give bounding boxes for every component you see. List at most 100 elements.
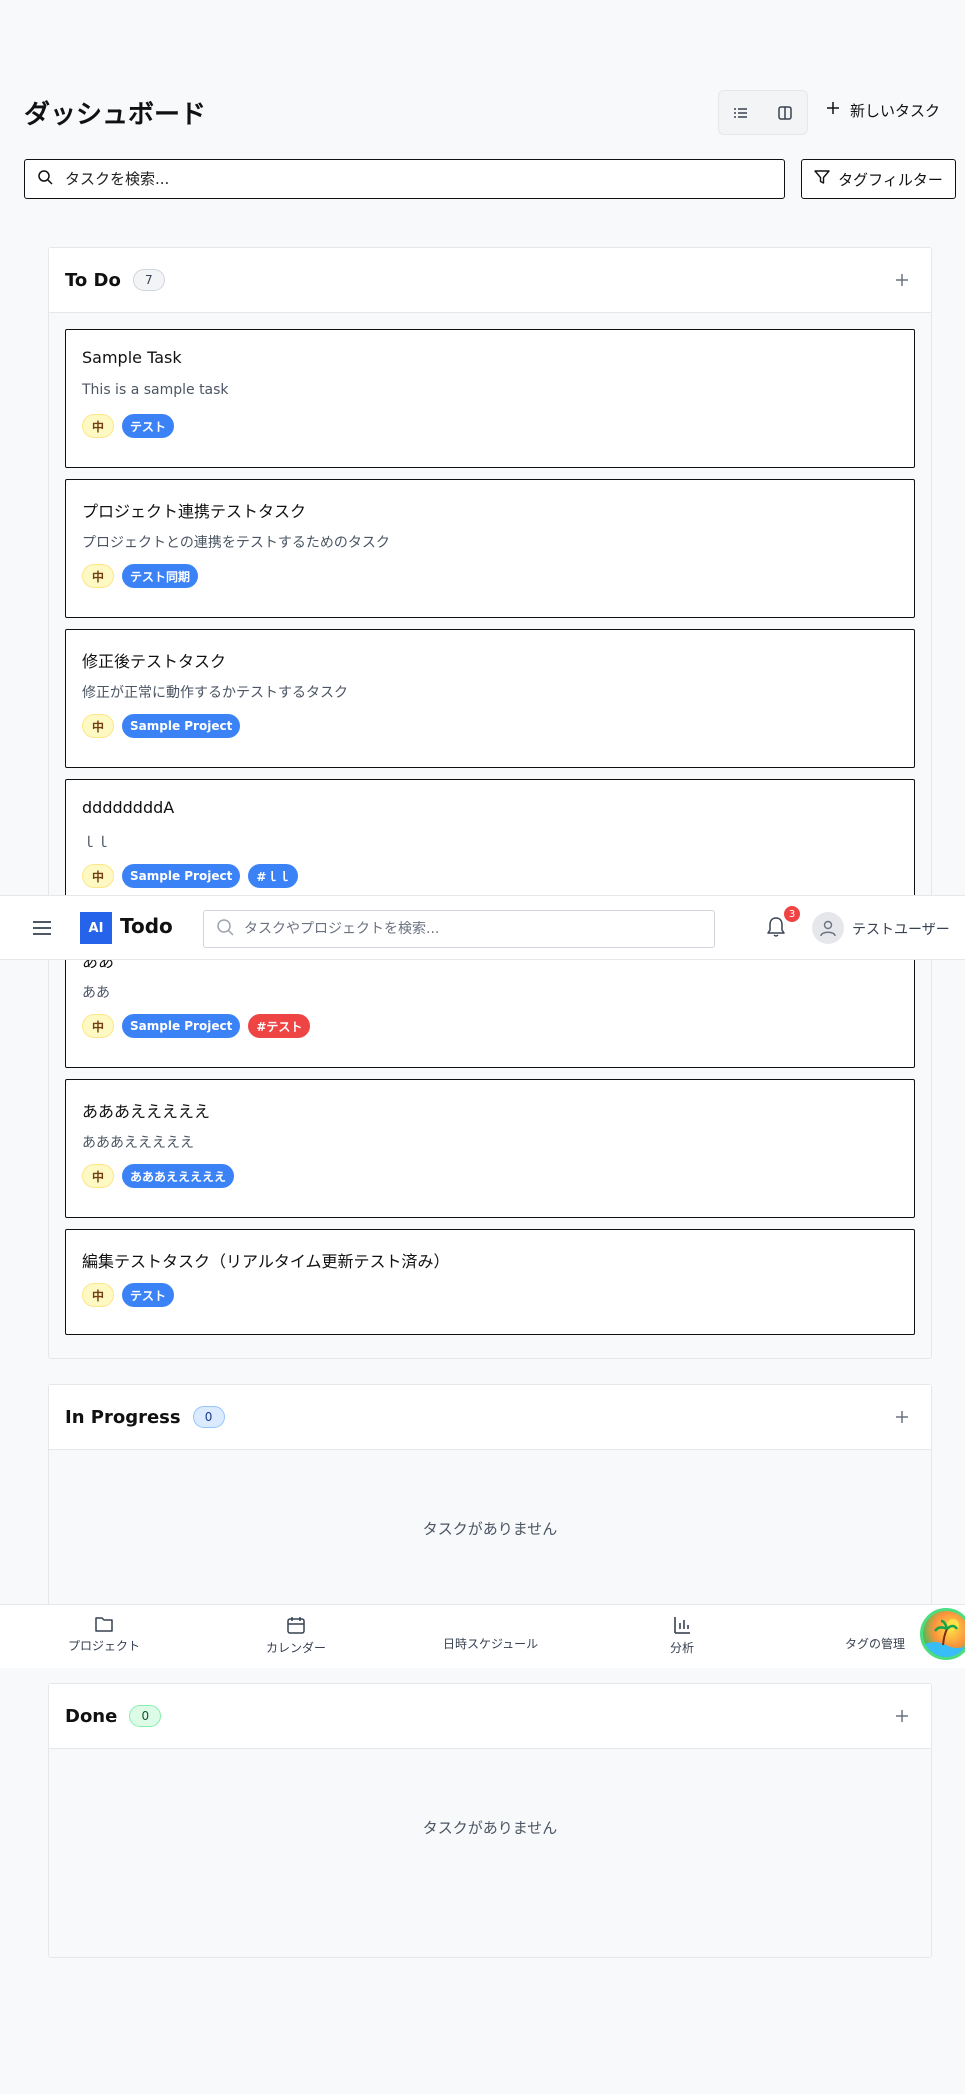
add-task-button[interactable] bbox=[895, 1407, 909, 1427]
task-title: Sample Task bbox=[82, 348, 182, 367]
empty-state: タスクがありません bbox=[422, 1520, 558, 1538]
tag-chip[interactable]: テスト同期 bbox=[122, 564, 199, 588]
priority-badge: 中 bbox=[82, 714, 114, 738]
tag-chip[interactable]: テスト bbox=[122, 414, 175, 438]
tag-chip[interactable]: #テスト bbox=[248, 1014, 311, 1038]
column-header: To Do 7 bbox=[49, 248, 931, 313]
task-count-badge: 0 bbox=[129, 1705, 162, 1727]
tag-chip[interactable]: #ｌｌ bbox=[248, 864, 299, 888]
tag-chip[interactable]: テスト bbox=[122, 1283, 175, 1307]
notification-badge: 3 bbox=[784, 906, 800, 922]
nav-analytics[interactable]: 分析 bbox=[670, 1615, 694, 1656]
task-tags: 中 テスト bbox=[82, 1283, 175, 1307]
assistant-avatar-button[interactable] bbox=[920, 1608, 965, 1660]
column-title: In Progress bbox=[65, 1406, 181, 1428]
page-title: ダッシュボード bbox=[24, 100, 207, 130]
global-search bbox=[203, 910, 715, 948]
tag-filter-button[interactable]: タグフィルター bbox=[801, 159, 956, 199]
island-icon bbox=[923, 1619, 965, 1657]
nav-projects[interactable]: プロジェクト bbox=[68, 1615, 140, 1654]
priority-badge: 中 bbox=[82, 564, 114, 588]
top-nav: AI Todo 3 テストユーザー bbox=[0, 895, 965, 960]
list-view-button[interactable] bbox=[727, 99, 755, 127]
task-tags: 中 テスト同期 bbox=[82, 564, 199, 588]
board-view-button[interactable] bbox=[771, 99, 799, 127]
tag-chip[interactable]: Sample Project bbox=[122, 1014, 241, 1038]
task-tags: 中 Sample Project bbox=[82, 714, 241, 738]
add-task-button[interactable] bbox=[895, 270, 909, 290]
empty-state: タスクがありません bbox=[422, 1819, 558, 1837]
bar-chart-icon bbox=[674, 1617, 690, 1634]
nav-label: 日時スケジュール bbox=[443, 1637, 539, 1651]
plus-icon bbox=[896, 1411, 908, 1423]
task-count-badge: 7 bbox=[132, 269, 165, 291]
task-title: プロジェクト連携テストタスク bbox=[82, 502, 307, 521]
task-tags: 中 テスト bbox=[82, 414, 175, 438]
task-card[interactable]: Sample Task This is a sample task 中 テスト bbox=[65, 329, 915, 468]
global-search-input[interactable] bbox=[244, 921, 694, 937]
column-title: Done bbox=[65, 1705, 118, 1727]
nav-calendar[interactable]: カレンダー bbox=[266, 1615, 326, 1656]
task-search-input[interactable] bbox=[65, 170, 665, 188]
task-description: プロジェクトとの連携をテストするためのタスク bbox=[82, 535, 390, 551]
column-header: Done 0 bbox=[49, 1684, 931, 1749]
avatar[interactable] bbox=[812, 912, 844, 944]
add-task-button[interactable] bbox=[895, 1706, 909, 1726]
nav-label: 分析 bbox=[670, 1641, 695, 1655]
column-title: To Do bbox=[65, 269, 121, 291]
filter-icon bbox=[814, 169, 830, 189]
columns-icon bbox=[778, 105, 792, 120]
task-tags: 中 Sample Project #ｌｌ bbox=[82, 864, 299, 888]
priority-badge: 中 bbox=[82, 414, 114, 438]
tag-filter-label: タグフィルター bbox=[838, 170, 943, 189]
priority-badge: 中 bbox=[82, 864, 114, 888]
task-count-badge: 0 bbox=[192, 1406, 225, 1428]
priority-badge: 中 bbox=[82, 1164, 114, 1188]
app-name[interactable]: Todo bbox=[120, 914, 173, 938]
task-description: 修正が正常に動作するかテストするタスク bbox=[82, 685, 348, 701]
task-title: 編集テストタスク（リアルタイム更新テスト済み） bbox=[82, 1252, 450, 1271]
nav-schedule[interactable]: 日時スケジュール bbox=[443, 1635, 538, 1652]
user-name[interactable]: テストユーザー bbox=[852, 919, 950, 939]
task-description: ｌｌ bbox=[82, 835, 110, 851]
notifications-button[interactable]: 3 bbox=[766, 906, 800, 940]
task-card[interactable]: プロジェクト連携テストタスク プロジェクトとの連携をテストするためのタスク 中 … bbox=[65, 479, 915, 618]
task-card[interactable]: 修正後テストタスク 修正が正常に動作するかテストするタスク 中 Sample P… bbox=[65, 629, 915, 768]
list-icon bbox=[734, 107, 747, 118]
menu-button[interactable] bbox=[32, 918, 52, 942]
view-toggle bbox=[718, 90, 808, 135]
logo[interactable]: AI bbox=[80, 912, 112, 944]
calendar-icon bbox=[287, 1617, 305, 1634]
task-description: This is a sample task bbox=[82, 382, 229, 398]
nav-label: カレンダー bbox=[266, 1641, 327, 1655]
tag-chip[interactable]: Sample Project bbox=[122, 864, 241, 888]
task-card[interactable]: 編集テストタスク（リアルタイム更新テスト済み） 中 テスト bbox=[65, 1229, 915, 1335]
column-header: In Progress 0 bbox=[49, 1385, 931, 1450]
priority-badge: 中 bbox=[82, 1014, 114, 1038]
bell-icon bbox=[767, 917, 785, 937]
task-description: ああ bbox=[82, 985, 110, 1001]
task-description: あああえええええ bbox=[82, 1135, 194, 1151]
tag-chip[interactable]: Sample Project bbox=[122, 714, 241, 738]
column-in-progress: In Progress 0 タスクがありません bbox=[48, 1384, 932, 1624]
task-tags: 中 Sample Project #テスト bbox=[82, 1014, 311, 1038]
task-card[interactable]: あああえええええ あああえええええ 中 あああえええええ bbox=[65, 1079, 915, 1218]
new-task-button[interactable]: 新しいタスク bbox=[826, 92, 940, 128]
plus-icon bbox=[896, 274, 908, 286]
search-icon bbox=[216, 918, 234, 940]
column-todo: To Do 7 Sample Task This is a sample tas… bbox=[48, 247, 932, 1359]
folder-icon bbox=[95, 1617, 113, 1632]
nav-tags[interactable]: タグの管理 bbox=[845, 1635, 905, 1652]
user-icon bbox=[820, 920, 836, 937]
plus-icon bbox=[826, 101, 840, 119]
new-task-label: 新しいタスク bbox=[850, 101, 941, 120]
plus-icon bbox=[896, 1710, 908, 1722]
task-tags: 中 あああえええええ bbox=[82, 1164, 235, 1188]
search-icon bbox=[37, 169, 53, 189]
priority-badge: 中 bbox=[82, 1283, 114, 1307]
task-title: 修正後テストタスク bbox=[82, 652, 227, 671]
nav-label: プロジェクト bbox=[68, 1639, 141, 1653]
task-search bbox=[24, 159, 785, 199]
tag-chip[interactable]: あああえええええ bbox=[122, 1164, 235, 1188]
bottom-nav: プロジェクト カレンダー 日時スケジュール 分析 タグの管理 bbox=[0, 1604, 965, 1668]
